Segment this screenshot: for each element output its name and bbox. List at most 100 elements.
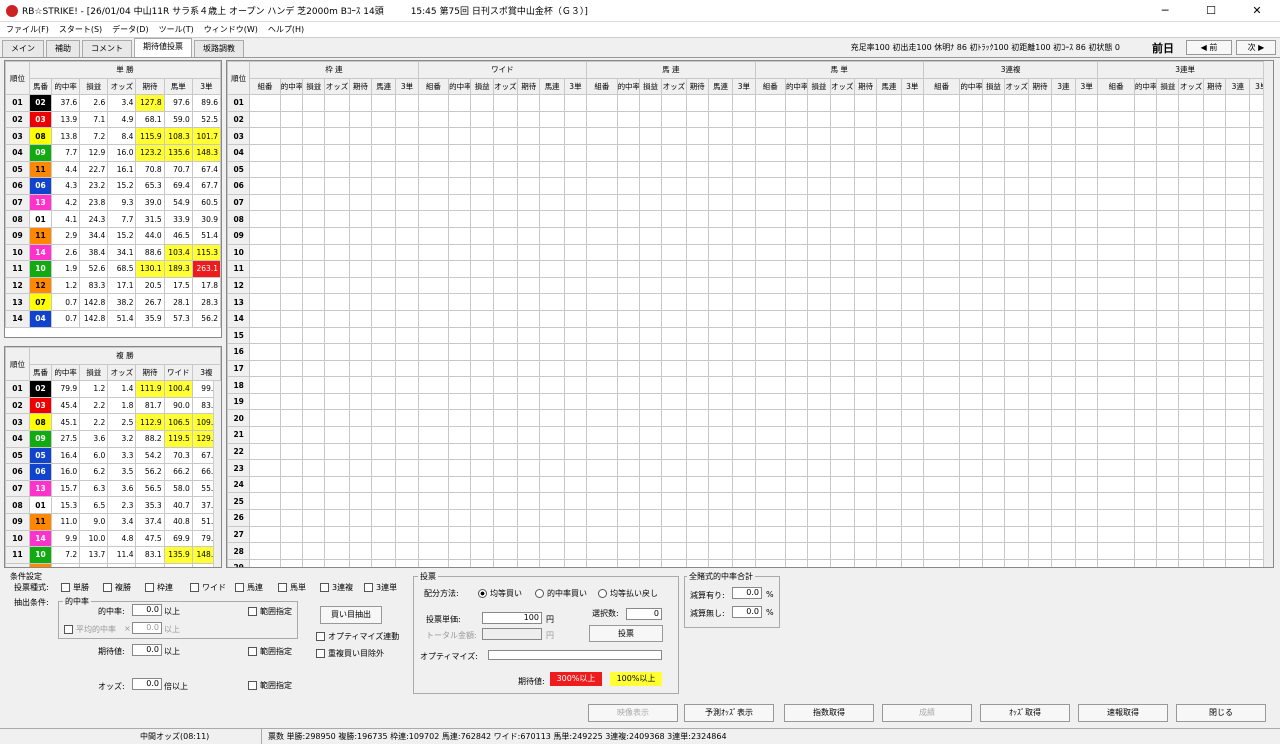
menu-data[interactable]: データ(D): [112, 24, 148, 35]
table-row[interactable]: 01 02 37.6 2.6 3.4 127.8 97.6 89.6: [5, 94, 221, 112]
table-row[interactable]: 12: [227, 276, 1273, 295]
table-row[interactable]: 13 07 0.7 142.8 38.2 26.7 28.1 28.3: [5, 293, 221, 311]
table-row[interactable]: 03 08 13.8 7.2 8.4 115.9 108.3 101.7: [5, 127, 221, 145]
next-button[interactable]: 次 ▶: [1236, 40, 1276, 55]
table-row[interactable]: 08 01 4.1 24.3 7.7 31.5 33.9 30.9: [5, 210, 221, 228]
table-row[interactable]: 23: [227, 459, 1273, 477]
table-row[interactable]: 21: [227, 426, 1273, 444]
table-row[interactable]: 06 06 16.0 6.2 3.5 56.2 66.2 66.0: [5, 463, 221, 481]
vote-button[interactable]: 投票: [589, 625, 663, 642]
dup-exclude-checkbox[interactable]: [316, 649, 325, 658]
exp-range-checkbox[interactable]: [248, 647, 257, 656]
odds-input[interactable]: 0.0: [132, 678, 162, 690]
fetch-live-button[interactable]: 速報取得: [1078, 704, 1168, 722]
table-row[interactable]: 25: [227, 492, 1273, 511]
close-button[interactable]: ✕: [1234, 0, 1280, 22]
table-row[interactable]: 12124.621.53.315.314.815.6: [5, 562, 221, 567]
bet-type-bracket-checkbox[interactable]: [145, 583, 154, 592]
table-row[interactable]: 26: [227, 509, 1273, 527]
unit-input[interactable]: 100: [482, 612, 542, 624]
table-row[interactable]: 10 14 9.9 10.0 4.8 47.5 69.9 79.1: [5, 529, 221, 548]
table-row[interactable]: 02 03 13.9 7.1 4.9 68.1 59.0 52.5: [5, 110, 221, 129]
table-row[interactable]: 14 04 0.7 142.8 51.4 35.9 57.3 56.2: [5, 309, 221, 328]
bet-type-exacta-checkbox[interactable]: [278, 583, 287, 592]
method-hit-radio[interactable]: [535, 589, 544, 598]
table-row[interactable]: 14: [227, 309, 1273, 328]
tab-expected-value[interactable]: 期待値投票: [134, 38, 192, 57]
video-button[interactable]: 映像表示: [588, 704, 678, 722]
table-row[interactable]: 09: [227, 226, 1273, 245]
table-row[interactable]: 02: [227, 110, 1273, 129]
table-row[interactable]: 07: [227, 193, 1273, 212]
extract-button[interactable]: 買い目抽出: [320, 606, 382, 624]
optimize-link-checkbox[interactable]: [316, 632, 325, 641]
table-row[interactable]: 03 08 45.1 2.2 2.5 112.9 106.5 109.2: [5, 413, 221, 431]
table-row[interactable]: 07 13 4.2 23.8 9.3 39.0 54.9 60.5: [5, 193, 221, 212]
table-row[interactable]: 06: [227, 177, 1273, 195]
table-row[interactable]: 06 06 4.3 23.2 15.2 65.3 69.4 67.7: [5, 177, 221, 195]
combo-scrollbar[interactable]: [1263, 61, 1273, 567]
table-row[interactable]: 04 09 27.5 3.6 3.2 88.2 119.5 129.7: [5, 429, 221, 448]
bet-type-place-checkbox[interactable]: [103, 583, 112, 592]
table-row[interactable]: 16: [227, 343, 1273, 361]
avg-hit-input[interactable]: 0.0: [132, 622, 162, 634]
table-row[interactable]: 10: [227, 243, 1273, 262]
tab-aux[interactable]: 補助: [46, 40, 80, 57]
bet-type-quinella-checkbox[interactable]: [235, 583, 244, 592]
menu-start[interactable]: スタート(S): [59, 24, 102, 35]
predict-odds-button[interactable]: 予測ｵｯｽﾞ表示: [684, 704, 774, 722]
table-row[interactable]: 09 11 2.9 34.4 15.2 44.0 46.5 51.4: [5, 226, 221, 245]
table-row[interactable]: 08: [227, 210, 1273, 228]
optimize-slider[interactable]: [488, 650, 662, 660]
maximize-button[interactable]: ☐: [1188, 0, 1234, 22]
menu-tools[interactable]: ツール(T): [159, 24, 194, 35]
table-row[interactable]: 11 10 7.2 13.7 11.4 83.1 135.9 148.2: [5, 546, 221, 564]
table-row[interactable]: 01 02 79.9 1.2 1.4 111.9 100.4 99.8: [5, 380, 221, 398]
table-row[interactable]: 10 14 2.6 38.4 34.1 88.6 103.4 115.3: [5, 243, 221, 262]
fetch-index-button[interactable]: 指数取得: [784, 704, 874, 722]
table-row[interactable]: 09 11 11.0 9.0 3.4 37.4 40.8 51.4: [5, 512, 221, 531]
table-row[interactable]: 19: [227, 392, 1273, 411]
bet-type-trifecta-checkbox[interactable]: [364, 583, 373, 592]
table-row[interactable]: 27: [227, 525, 1273, 544]
table-row[interactable]: 07 13 15.7 6.3 3.6 56.5 58.0 55.4: [5, 479, 221, 498]
hit-input[interactable]: 0.0: [132, 604, 162, 616]
prev-button[interactable]: ◀ 前: [1186, 40, 1232, 55]
table-row[interactable]: 05 11 4.4 22.7 16.1 70.8 70.7 67.4: [5, 160, 221, 179]
table-row[interactable]: 05 05 16.4 6.0 3.3 54.2 70.3 67.1: [5, 446, 221, 465]
menu-file[interactable]: ファイル(F): [6, 24, 49, 35]
fetch-odds-button[interactable]: ｵｯｽﾞ取得: [980, 704, 1070, 722]
table-row[interactable]: 18: [227, 376, 1273, 394]
bet-type-win-checkbox[interactable]: [61, 583, 70, 592]
tab-main[interactable]: メイン: [2, 40, 44, 57]
table-row[interactable]: 17: [227, 359, 1273, 378]
table-row[interactable]: 15: [227, 326, 1273, 345]
table-row[interactable]: 13: [227, 293, 1273, 311]
tab-training[interactable]: 坂路調教: [194, 40, 244, 57]
table-row[interactable]: 11: [227, 260, 1273, 278]
place-scrollbar[interactable]: [213, 381, 221, 567]
results-button[interactable]: 成績: [882, 704, 972, 722]
table-row[interactable]: 08 01 15.3 6.5 2.3 35.3 40.7 37.3: [5, 496, 221, 514]
tab-comment[interactable]: コメント: [82, 40, 132, 57]
table-row[interactable]: 12 12 1.2 83.3 17.1 20.5 17.5 17.8: [5, 276, 221, 295]
table-row[interactable]: 04: [227, 143, 1273, 162]
menu-window[interactable]: ウィンドウ(W): [204, 24, 258, 35]
table-row[interactable]: 11 10 1.9 52.6 68.5 130.1 189.3 263.1: [5, 260, 221, 278]
table-row[interactable]: 05: [227, 160, 1273, 179]
table-row[interactable]: 03: [227, 127, 1273, 145]
odds-range-checkbox[interactable]: [248, 681, 257, 690]
minimize-button[interactable]: ─: [1142, 0, 1188, 22]
table-row[interactable]: 24: [227, 475, 1273, 494]
table-row[interactable]: 29: [227, 558, 1273, 567]
table-row[interactable]: 02 03 45.4 2.2 1.8 81.7 90.0 83.1: [5, 396, 221, 415]
bet-type-wide-checkbox[interactable]: [190, 583, 199, 592]
close-dialog-button[interactable]: 閉じる: [1176, 704, 1266, 722]
menu-help[interactable]: ヘルプ(H): [268, 24, 304, 35]
hit-range-checkbox[interactable]: [248, 607, 257, 616]
table-row[interactable]: 20: [227, 409, 1273, 428]
method-equal-radio[interactable]: [478, 589, 487, 598]
table-row[interactable]: 28: [227, 542, 1273, 560]
bet-type-trio-checkbox[interactable]: [320, 583, 329, 592]
exp-input[interactable]: 0.0: [132, 644, 162, 656]
